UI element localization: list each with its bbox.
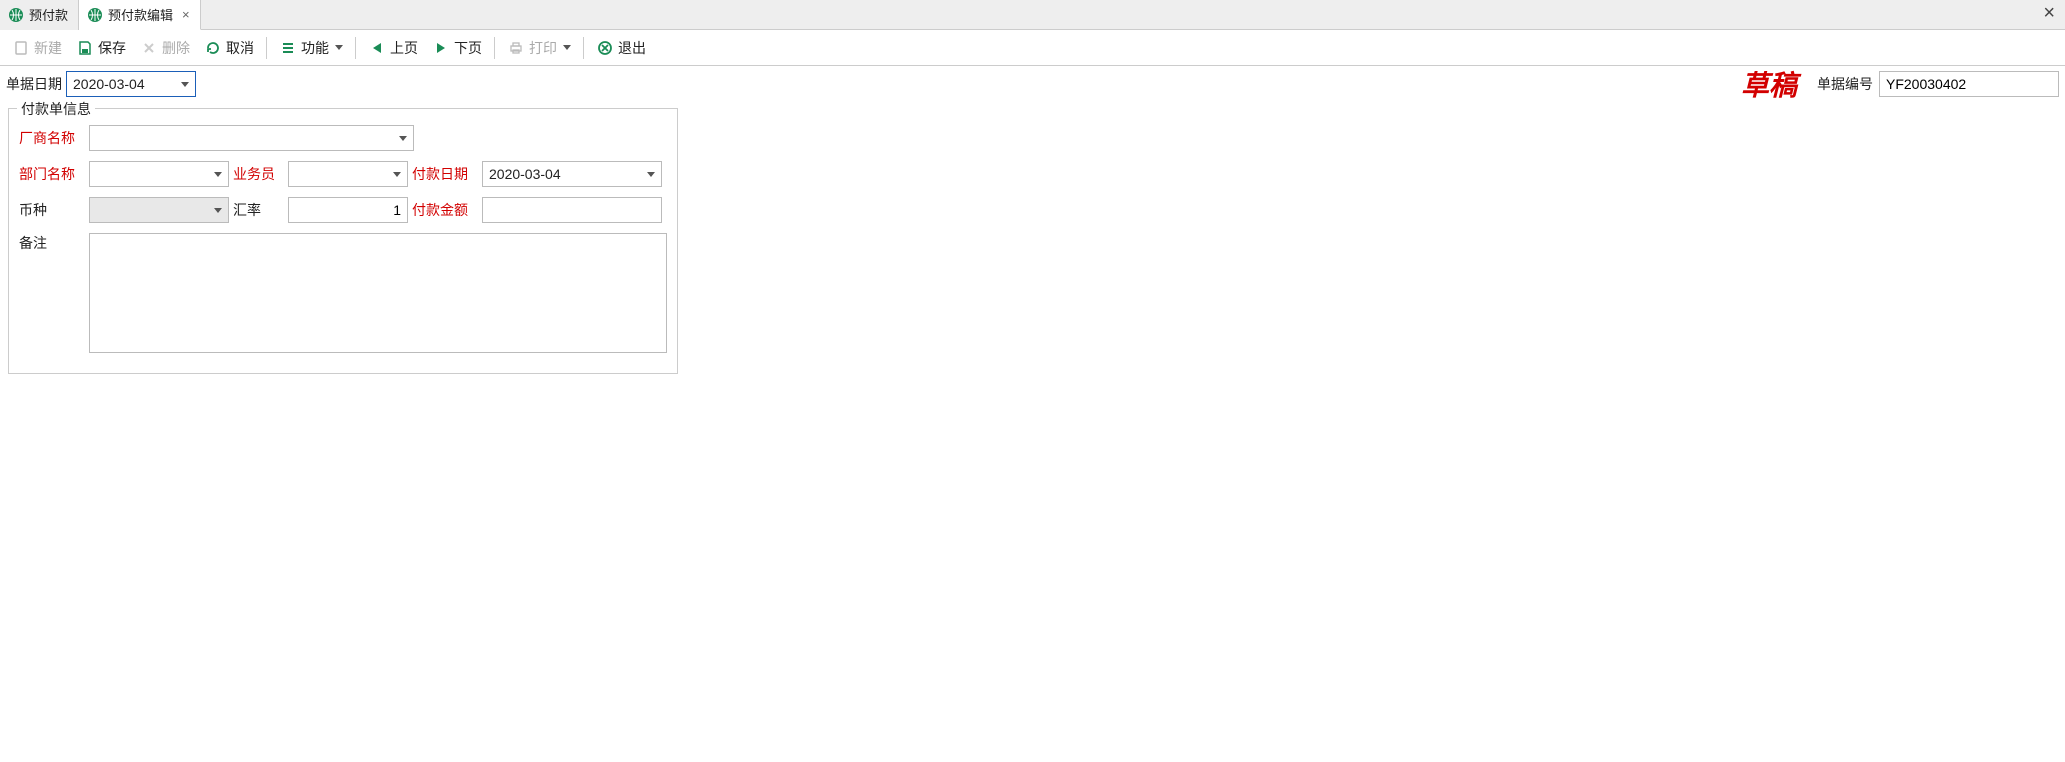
triangle-left-icon <box>368 39 386 57</box>
amount-label: 付款金额 <box>412 200 482 220</box>
paydate-label: 付款日期 <box>412 164 482 184</box>
print-button[interactable]: 打印 <box>501 35 577 61</box>
print-icon <box>507 39 525 57</box>
globe-icon <box>8 7 24 23</box>
rate-label: 汇率 <box>233 200 288 220</box>
doc-date-input[interactable]: 2020-03-04 <box>66 71 196 97</box>
refresh-icon <box>204 39 222 57</box>
remark-textarea[interactable] <box>89 233 667 353</box>
toolbar-label: 保存 <box>98 38 126 58</box>
payment-info-fieldset: 付款单信息 厂商名称 部门名称 业务员 付款日期 2020-03-04 币种 <box>8 108 678 374</box>
exit-icon <box>596 39 614 57</box>
tab-prepay[interactable]: 预付款 <box>0 0 79 30</box>
chevron-down-icon <box>335 45 343 50</box>
toolbar-label: 打印 <box>529 38 557 58</box>
toolbar-label: 退出 <box>618 38 646 58</box>
chevron-down-icon <box>399 136 407 141</box>
row-remark: 备注 <box>19 233 667 353</box>
paydate-value: 2020-03-04 <box>489 166 561 182</box>
paydate-combo[interactable]: 2020-03-04 <box>482 161 662 187</box>
toolbar-label: 下页 <box>454 38 482 58</box>
rate-field[interactable] <box>295 198 401 222</box>
salesman-label: 业务员 <box>233 164 288 184</box>
amount-field[interactable] <box>489 198 655 222</box>
vendor-combo[interactable] <box>89 125 414 151</box>
toolbar-label: 上页 <box>390 38 418 58</box>
chevron-down-icon <box>214 208 222 213</box>
tab-label: 预付款编辑 <box>108 5 173 24</box>
status-stamp: 草稿 <box>1741 64 1817 104</box>
toolbar-label: 取消 <box>226 38 254 58</box>
toolbar-separator <box>583 37 584 59</box>
globe-icon <box>87 7 103 23</box>
tab-label: 预付款 <box>29 5 68 24</box>
new-button[interactable]: 新建 <box>6 35 68 61</box>
tab-strip: 预付款 预付款编辑 × × <box>0 0 2065 30</box>
dept-label: 部门名称 <box>19 164 89 184</box>
exit-button[interactable]: 退出 <box>590 35 652 61</box>
row-currency: 币种 汇率 付款金额 <box>19 197 667 223</box>
salesman-combo[interactable] <box>288 161 408 187</box>
doc-no-label: 单据编号 <box>1817 74 1873 94</box>
app-close-button[interactable]: × <box>2043 2 2055 25</box>
dept-combo[interactable] <box>89 161 229 187</box>
doc-no-input[interactable] <box>1879 71 2059 97</box>
rate-input[interactable] <box>288 197 408 223</box>
toolbar-label: 新建 <box>34 38 62 58</box>
triangle-right-icon <box>432 39 450 57</box>
toolbar: 新建 保存 删除 取消 功能 上页 下页 <box>0 30 2065 66</box>
row-vendor: 厂商名称 <box>19 125 667 151</box>
new-icon <box>12 39 30 57</box>
save-icon <box>76 39 94 57</box>
vendor-label: 厂商名称 <box>19 128 89 148</box>
close-icon[interactable]: × <box>182 7 190 22</box>
doc-date-label: 单据日期 <box>6 74 62 94</box>
row-dept: 部门名称 业务员 付款日期 2020-03-04 <box>19 161 667 187</box>
save-button[interactable]: 保存 <box>70 35 132 61</box>
cancel-button[interactable]: 取消 <box>198 35 260 61</box>
delete-icon <box>140 39 158 57</box>
chevron-down-icon <box>647 172 655 177</box>
currency-combo[interactable] <box>89 197 229 223</box>
header-line: 单据日期 2020-03-04 草稿 单据编号 <box>0 66 2065 102</box>
amount-input[interactable] <box>482 197 662 223</box>
toolbar-separator <box>266 37 267 59</box>
chevron-down-icon <box>214 172 222 177</box>
function-button[interactable]: 功能 <box>273 35 349 61</box>
next-page-button[interactable]: 下页 <box>426 35 488 61</box>
remark-label: 备注 <box>19 233 89 253</box>
prev-page-button[interactable]: 上页 <box>362 35 424 61</box>
delete-button[interactable]: 删除 <box>134 35 196 61</box>
chevron-down-icon <box>563 45 571 50</box>
toolbar-label: 删除 <box>162 38 190 58</box>
toolbar-label: 功能 <box>301 38 329 58</box>
tab-prepay-edit[interactable]: 预付款编辑 × <box>79 0 201 30</box>
toolbar-separator <box>494 37 495 59</box>
chevron-down-icon <box>181 82 189 87</box>
list-icon <box>279 39 297 57</box>
toolbar-separator <box>355 37 356 59</box>
doc-date-value: 2020-03-04 <box>73 76 145 92</box>
currency-label: 币种 <box>19 200 89 220</box>
fieldset-legend: 付款单信息 <box>17 99 95 119</box>
chevron-down-icon <box>393 172 401 177</box>
